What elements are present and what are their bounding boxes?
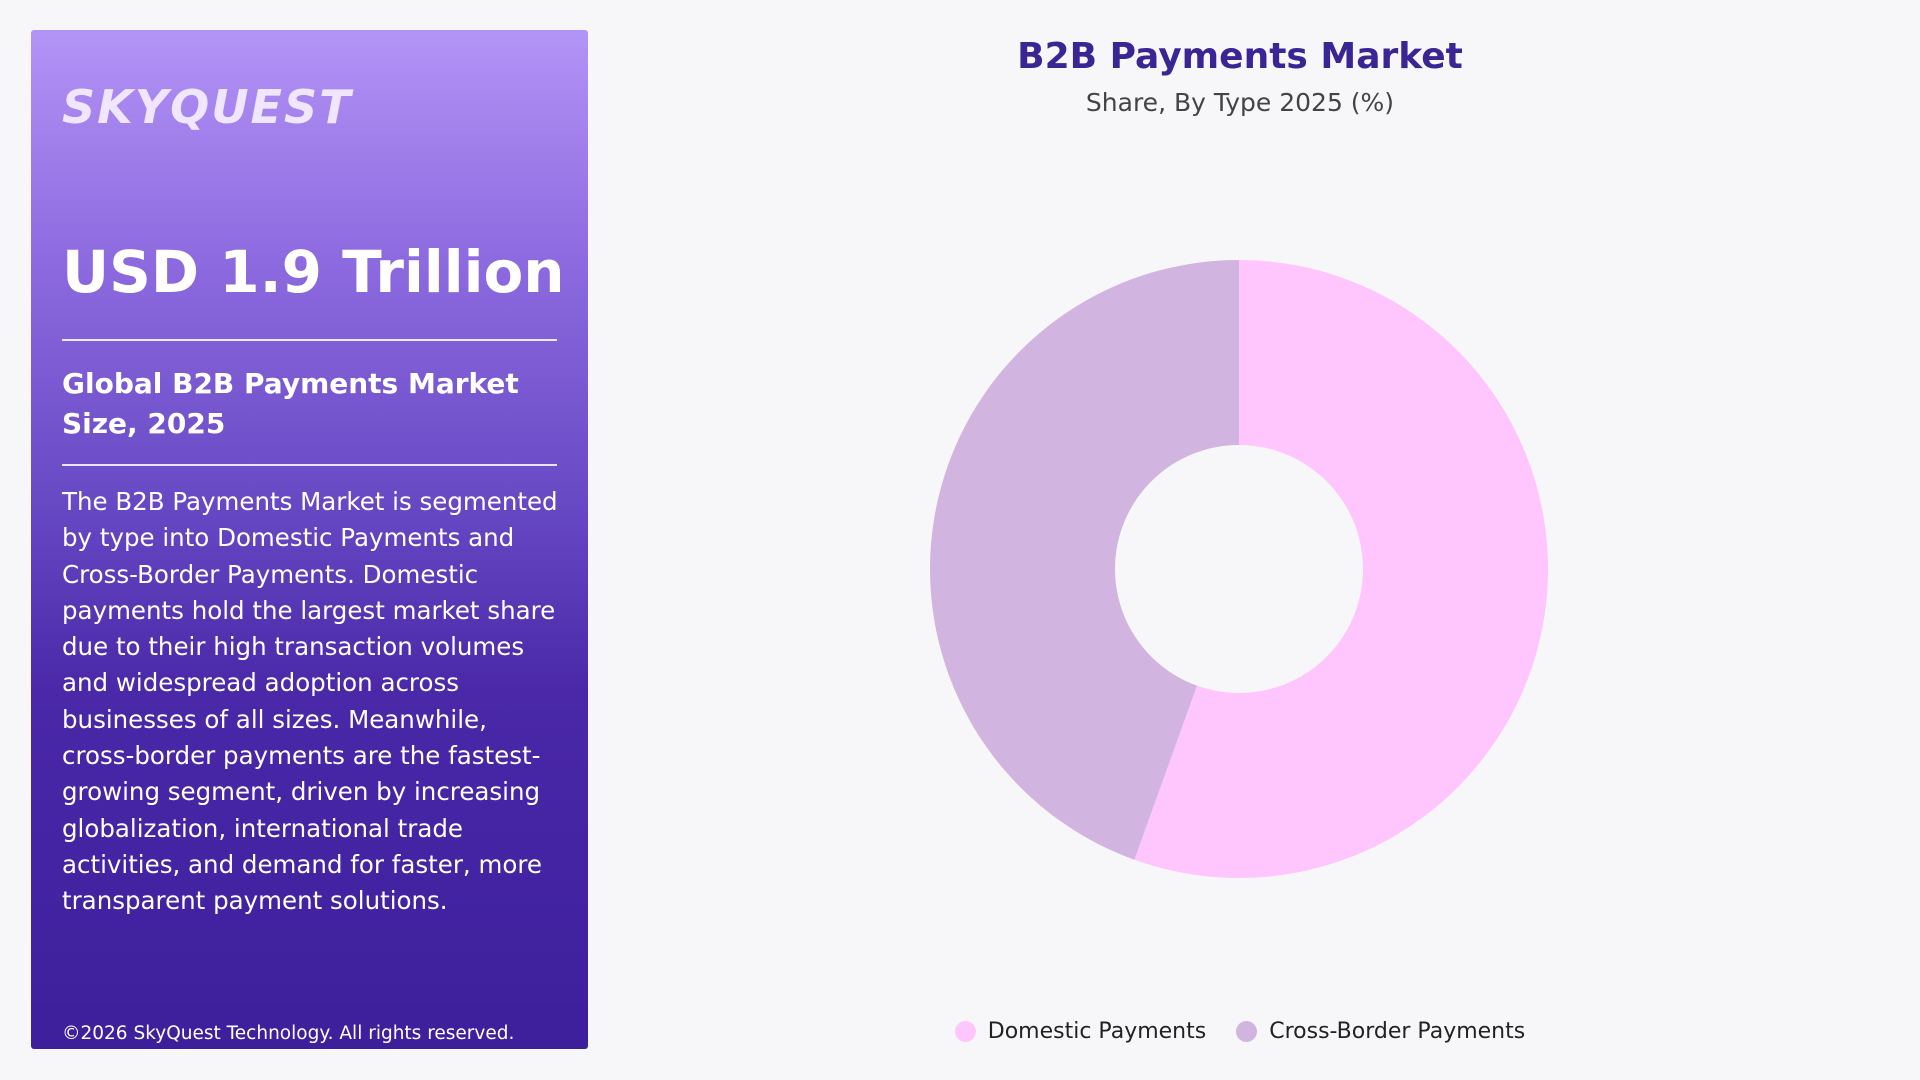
legend-label-domestic: Domestic Payments xyxy=(987,1019,1207,1044)
legend-item-cross-border-payments[interactable]: Cross-Border Payments xyxy=(1236,1019,1525,1044)
page: SKYQUEST USD 1.9 Trillion Global B2B Pay… xyxy=(0,0,1920,1080)
legend-swatch-cross-border xyxy=(1236,1021,1258,1042)
donut-chart xyxy=(930,260,1549,878)
legend-label-cross-border: Cross-Border Payments xyxy=(1269,1019,1526,1044)
legend-item-domestic-payments[interactable]: Domestic Payments xyxy=(954,1019,1207,1044)
legend-swatch-domestic xyxy=(954,1021,976,1042)
chart-legend: Domestic Payments Cross-Border Payments xyxy=(620,1019,1860,1044)
